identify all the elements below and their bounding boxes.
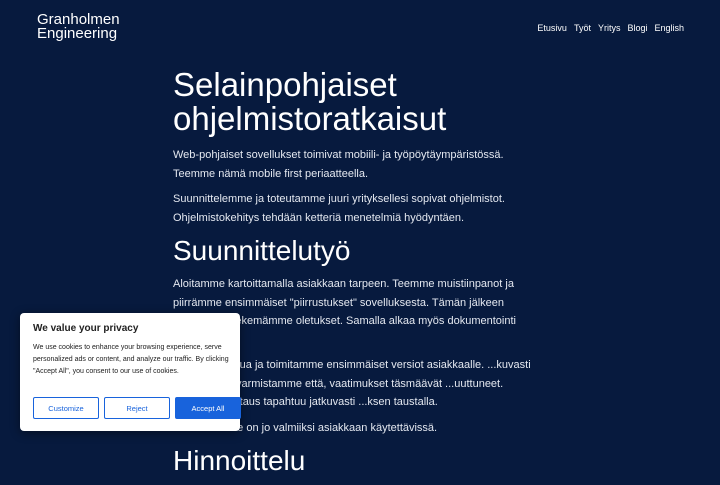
accept-all-button[interactable]: Accept All	[175, 397, 241, 419]
cookie-title: We value your privacy	[33, 323, 139, 334]
design-heading: Suunnittelutyö	[173, 235, 351, 266]
nav-item-etusivu[interactable]: Etusivu	[537, 23, 567, 33]
pricing-heading: Hinnoittelu	[173, 445, 306, 476]
cookie-text: We use cookies to enhance your browsing …	[33, 344, 229, 375]
cookie-consent-dialog: We value your privacy We use cookies to …	[20, 313, 241, 431]
page-title: Selainpohjaiset ohjelmistoratkaisut	[173, 66, 447, 137]
site-logo[interactable]: Granholmen Engineering	[37, 12, 120, 42]
nav-item-yritys[interactable]: Yritys	[598, 23, 621, 33]
cookie-buttons: Customize Reject Accept All	[33, 397, 241, 419]
nav-item-tyot[interactable]: Työt	[574, 23, 591, 33]
intro-paragraph-1: Web-pohjaiset sovellukset toimivat mobii…	[173, 149, 504, 180]
reject-button[interactable]: Reject	[104, 397, 170, 419]
nav-item-blogi[interactable]: Blogi	[627, 23, 647, 33]
nav-item-english[interactable]: English	[654, 23, 684, 33]
main-nav: Etusivu Työt Yritys Blogi English	[537, 23, 684, 33]
intro-paragraph-2: Suunnittelemme ja toteutamme juuri yrity…	[173, 193, 505, 224]
logo-line-2: Engineering	[37, 25, 118, 42]
customize-button[interactable]: Customize	[33, 397, 99, 419]
